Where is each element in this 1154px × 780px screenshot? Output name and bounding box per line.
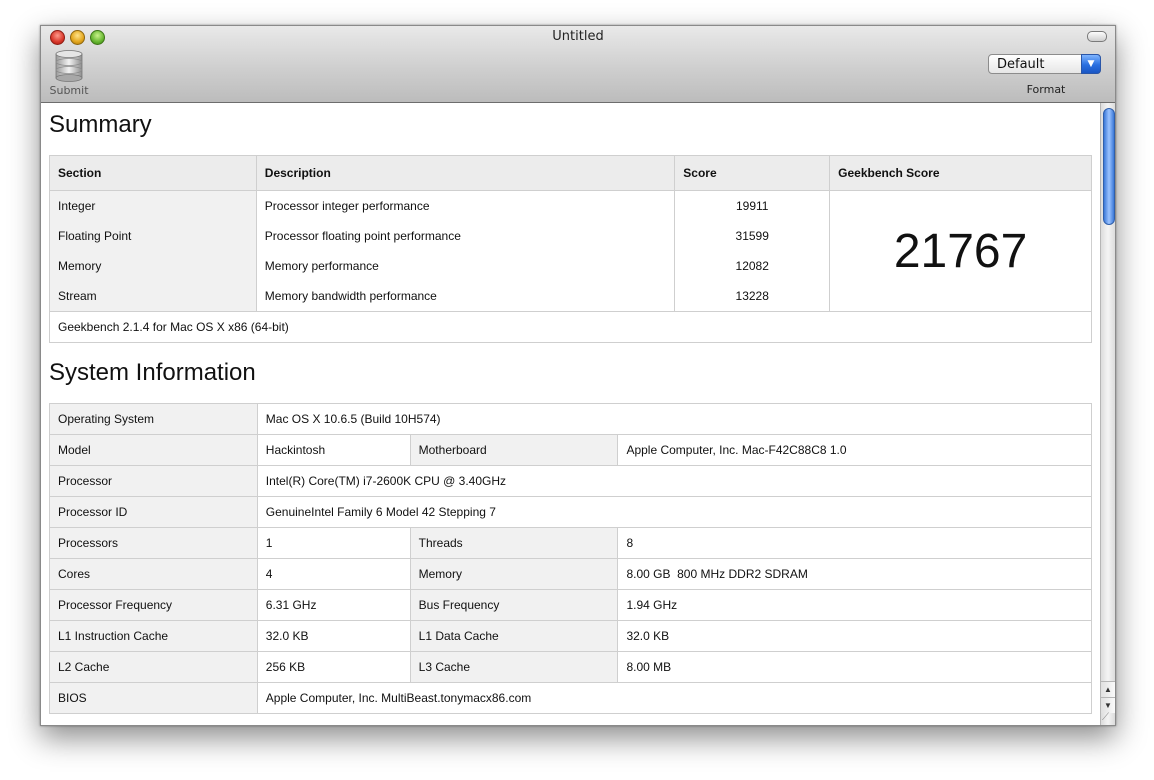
system-info-heading: System Information [49,359,256,386]
info-value: Intel(R) Core(TM) i7-2600K CPU @ 3.40GHz [256,465,1093,497]
info-value: 8.00 MB [617,651,1092,683]
table-row: Processor ID GenuineIntel Family 6 Model… [49,496,1093,528]
info-label: Processor [49,465,258,497]
info-label: Processor ID [49,496,258,528]
window-title: Untitled [552,29,604,44]
description-cell: Memory performance [255,251,676,281]
info-value: 4 [256,558,411,590]
info-label: Memory [409,558,619,590]
description-cell: Memory bandwidth performance [255,281,676,312]
info-label: L1 Instruction Cache [49,620,258,652]
system-info-table: Operating System Mac OS X 10.6.5 (Build … [49,403,1093,714]
section-cell: Stream [49,281,257,312]
section-cell: Floating Point [49,221,257,251]
submit-label: Submit [49,84,89,97]
chevron-down-icon: ▼ [1081,54,1101,74]
info-label: Motherboard [409,434,619,466]
arrow-up-icon[interactable]: ▲ [1101,681,1115,697]
section-cell: Integer [49,190,257,221]
info-label: BIOS [49,682,258,714]
table-row: Cores 4 Memory 8.00 GB 800 MHz DDR2 SDRA… [49,558,1092,590]
score-cell: 19911 [674,190,831,221]
info-value: 8 [617,527,1092,559]
resize-grip-icon[interactable]: ⟋ [1102,712,1114,724]
scrollbar-thumb[interactable] [1103,108,1115,225]
info-label: Operating System [49,403,258,435]
format-label: Format [1026,83,1066,96]
info-label: Cores [49,558,258,590]
info-value: Mac OS X 10.6.5 (Build 10H574) [256,403,1093,435]
format-select-value: Default [997,57,1045,72]
database-icon [55,50,83,82]
column-header: Score [674,155,831,191]
table-row: Processor Intel(R) Core(TM) i7-2600K CPU… [49,465,1093,497]
score-cell: 13228 [674,281,831,312]
summary-header-row: Section Description Score Geekbench Scor… [49,155,1092,191]
column-header: Geekbench Score [829,155,1092,191]
info-value: Apple Computer, Inc. MultiBeast.tonymacx… [256,682,1093,714]
info-label: L1 Data Cache [409,620,619,652]
info-value: Hackintosh [256,434,411,466]
table-row: Integer Processor integer performance 19… [49,190,1092,312]
info-label: Threads [409,527,619,559]
submit-button[interactable]: Submit [49,50,89,97]
info-label: Processors [49,527,258,559]
score-cell: 31599 [674,221,831,251]
description-cell: Processor integer performance [255,190,676,221]
info-label: Processor Frequency [49,589,258,621]
summary-footer-row: Geekbench 2.1.4 for Mac OS X x86 (64-bit… [49,311,1092,343]
section-cell: Memory [49,251,257,281]
info-value: 1.94 GHz [617,589,1092,621]
info-value: 8.00 GB 800 MHz DDR2 SDRAM [617,558,1092,590]
description-cell: Processor floating point performance [255,221,676,251]
info-label: L2 Cache [49,651,258,683]
info-label: Model [49,434,258,466]
info-label: L3 Cache [409,651,619,683]
table-row: L2 Cache 256 KB L3 Cache 8.00 MB [49,651,1092,683]
vertical-scrollbar[interactable]: ▲ ▼ [1100,103,1115,725]
format-select[interactable]: Default ▼ [988,54,1101,74]
table-row: L1 Instruction Cache 32.0 KB L1 Data Cac… [49,620,1092,652]
report-content: Summary Section Description Score Geekbe… [41,103,1100,725]
info-value: 256 KB [256,651,411,683]
info-value: Apple Computer, Inc. Mac-F42C88C8 1.0 [617,434,1092,466]
table-row: Model Hackintosh Motherboard Apple Compu… [49,434,1092,466]
table-row: Processors 1 Threads 8 [49,527,1092,559]
toolbar-toggle-button[interactable] [1087,31,1107,42]
app-window: Untitled Submit Default ▼ Format Summary… [40,25,1116,726]
info-value: 6.31 GHz [256,589,411,621]
column-header: Description [255,155,676,191]
info-label: Bus Frequency [409,589,619,621]
info-value: 32.0 KB [256,620,411,652]
summary-table: Section Description Score Geekbench Scor… [49,155,1092,343]
info-value: GenuineIntel Family 6 Model 42 Stepping … [256,496,1093,528]
version-note: Geekbench 2.1.4 for Mac OS X x86 (64-bit… [49,311,1092,343]
info-value: 32.0 KB [617,620,1092,652]
info-value: 1 [256,527,411,559]
geekbench-score: 21767 [829,190,1092,312]
table-row: Operating System Mac OS X 10.6.5 (Build … [49,403,1093,435]
column-header: Section [49,155,257,191]
score-cell: 12082 [674,251,831,281]
toolbar: Untitled Submit Default ▼ Format [41,26,1115,103]
table-row: BIOS Apple Computer, Inc. MultiBeast.ton… [49,682,1093,714]
summary-heading: Summary [49,111,152,138]
arrow-down-icon[interactable]: ▼ [1101,697,1115,713]
table-row: Processor Frequency 6.31 GHz Bus Frequen… [49,589,1092,621]
